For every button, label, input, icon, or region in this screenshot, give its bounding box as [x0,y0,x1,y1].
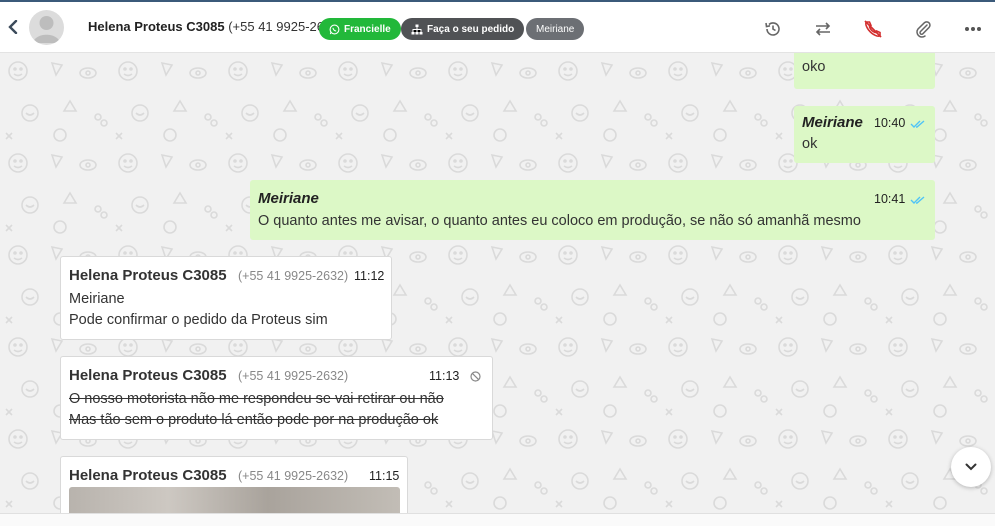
message-sender: Helena Proteus C3085 [69,367,227,384]
message-text: oko [802,59,826,75]
message-text-line: Mas tão sem o produto lá então pode por … [69,412,439,428]
message-bubble-outgoing[interactable]: Meiriane 10:41 O quanto antes me avisar,… [250,180,935,240]
attach-button[interactable] [913,19,933,39]
more-icon [965,27,981,31]
read-ticks-icon [910,196,925,204]
contact-name-text: Helena Proteus C3085 [88,19,225,34]
scroll-to-bottom-button[interactable] [951,447,991,487]
message-text: O quanto antes me avisar, o quanto antes… [258,213,861,229]
tag-francielle[interactable]: Francielle [319,18,401,40]
chevron-left-icon [8,20,18,34]
message-bubble-outgoing[interactable]: oko [794,53,935,89]
transfer-button[interactable] [813,19,833,39]
message-sender: Meiriane [258,190,319,207]
attach-icon [916,21,931,38]
message-bubble-incoming[interactable]: Helena Proteus C3085 (+55 41 9925-2632) … [60,256,392,340]
message-time: 10:40 [874,116,906,130]
message-bubble-incoming-deleted[interactable]: Helena Proteus C3085 (+55 41 9925-2632) … [60,356,493,440]
history-button[interactable] [763,19,783,39]
tag-label: Faça o seu pedido [427,23,515,35]
back-button[interactable] [4,17,22,37]
message-sender: Helena Proteus C3085 [69,467,227,484]
message-text: ok [802,136,818,152]
chat-area[interactable]: oko Meiriane 10:40 ok Meiriane 10:41 O q… [0,53,995,513]
avatar[interactable] [29,10,64,45]
tag-label: Francielle [344,23,391,35]
message-time: 11:12 [354,269,385,283]
message-text-line: Meiriane [69,291,125,307]
message-bubble-incoming[interactable]: Helena Proteus C3085 (+55 41 9925-2632) … [60,456,408,513]
tag-faca-pedido[interactable]: Faça o seu pedido [401,18,525,40]
chevron-down-icon [965,463,977,471]
message-time: 10:41 [874,192,906,206]
deleted-icon [470,371,481,382]
end-call-icon [864,20,882,38]
message-time: 11:13 [429,369,460,383]
tag-meiriane[interactable]: Meiriane [526,18,585,40]
read-ticks-icon [910,120,925,128]
message-image-thumbnail[interactable] [69,487,400,513]
end-call-button[interactable] [863,19,883,39]
more-button[interactable] [963,19,983,39]
composer-bar [0,513,995,526]
message-sender-phone: (+55 41 9925-2632) [238,369,349,383]
tag-label: Meiriane [536,23,575,35]
history-icon [765,22,780,36]
message-time: 11:15 [369,469,400,483]
contact-name[interactable]: Helena Proteus C3085 (+55 41 9925-2632) [88,19,343,34]
message-sender-phone: (+55 41 9925-2632) [238,269,349,283]
message-sender-phone: (+55 41 9925-2632) [238,469,349,483]
message-sender: Meiriane [802,114,863,131]
message-text-line: Pode confirmar o pedido da Proteus sim [69,312,328,328]
message-text-line: O nosso motorista não me respondeu se va… [69,391,444,407]
chat-header: Helena Proteus C3085 (+55 41 9925-2632) … [0,0,995,53]
sitemap-icon [411,24,423,34]
transfer-icon [815,22,831,36]
whatsapp-icon [329,24,340,34]
message-bubble-outgoing[interactable]: Meiriane 10:40 ok [794,106,935,163]
message-sender: Helena Proteus C3085 [69,267,227,284]
